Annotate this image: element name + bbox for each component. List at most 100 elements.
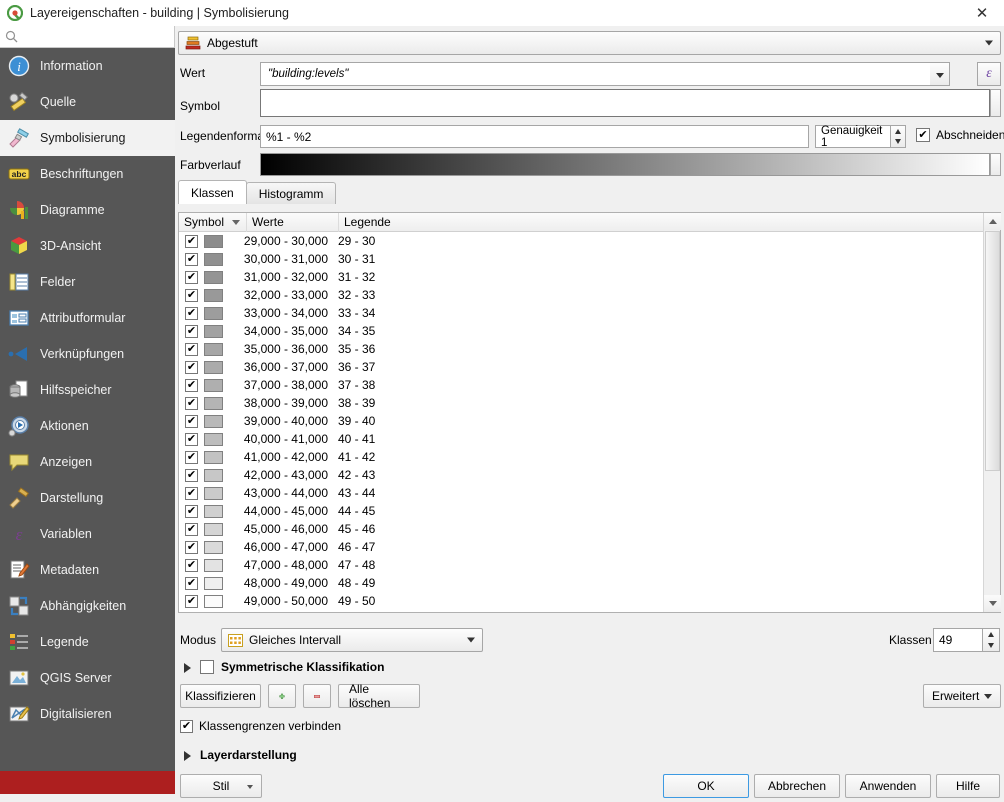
row-legend-cell[interactable]: 34 - 35 — [338, 324, 375, 338]
table-row[interactable]: ✔ 38,000 - 39,000 38 - 39 — [179, 394, 1000, 412]
row-values-cell[interactable]: 29,000 - 30,000 — [240, 234, 332, 248]
table-row[interactable]: ✔ 37,000 - 38,000 37 - 38 — [179, 376, 1000, 394]
row-visibility-checkbox[interactable]: ✔ — [185, 540, 198, 554]
row-visibility-checkbox[interactable]: ✔ — [185, 360, 198, 374]
sidebar-item-variablen[interactable]: ε Variablen — [0, 516, 175, 552]
table-row[interactable]: ✔ 44,000 - 45,000 44 - 45 — [179, 502, 1000, 520]
row-visibility-checkbox[interactable]: ✔ — [185, 378, 198, 392]
row-values-cell[interactable]: 38,000 - 39,000 — [240, 396, 332, 410]
row-legend-cell[interactable]: 47 - 48 — [338, 558, 375, 572]
sidebar-item-3d-ansicht[interactable]: 3D-Ansicht — [0, 228, 175, 264]
sidebar-item-felder[interactable]: Felder — [0, 264, 175, 300]
row-visibility-checkbox[interactable]: ✔ — [185, 594, 198, 608]
scroll-up-button[interactable] — [984, 213, 1001, 230]
clear-all-button[interactable]: Alle löschen — [338, 682, 420, 710]
row-legend-cell[interactable]: 46 - 47 — [338, 540, 375, 554]
row-legend-cell[interactable]: 41 - 42 — [338, 450, 375, 464]
classes-count-stepper[interactable] — [983, 628, 1000, 652]
symbol-dropdown-button[interactable] — [990, 89, 1001, 117]
mode-combo[interactable]: Gleiches Intervall — [221, 628, 483, 652]
table-row[interactable]: ✔ 29,000 - 30,000 29 - 30 — [179, 232, 1000, 250]
sidebar-item-abhaengigkeiten[interactable]: Abhängigkeiten — [0, 588, 175, 624]
row-legend-cell[interactable]: 33 - 34 — [338, 306, 375, 320]
row-visibility-checkbox[interactable]: ✔ — [185, 288, 198, 302]
row-visibility-checkbox[interactable]: ✔ — [185, 558, 198, 572]
row-visibility-checkbox[interactable]: ✔ — [185, 252, 198, 266]
row-symbol-swatch[interactable] — [204, 576, 223, 590]
delete-class-button[interactable] — [303, 684, 331, 708]
row-visibility-checkbox[interactable]: ✔ — [185, 576, 198, 590]
close-icon[interactable]: ✕ — [960, 0, 1004, 26]
row-symbol-swatch[interactable] — [204, 360, 223, 374]
sidebar-item-anzeigen[interactable]: Anzeigen — [0, 444, 175, 480]
sidebar-item-legende[interactable]: Legende — [0, 624, 175, 660]
row-values-cell[interactable]: 44,000 - 45,000 — [240, 504, 332, 518]
renderer-type-combo[interactable]: Abgestuft — [178, 31, 1001, 55]
value-dropdown-button[interactable] — [930, 62, 950, 86]
row-values-cell[interactable]: 37,000 - 38,000 — [240, 378, 332, 392]
row-legend-cell[interactable]: 30 - 31 — [338, 252, 375, 266]
row-legend-cell[interactable]: 37 - 38 — [338, 378, 375, 392]
trim-checkbox-row[interactable]: ✔ Abschneiden — [916, 128, 1004, 142]
row-visibility-checkbox[interactable]: ✔ — [185, 234, 198, 248]
row-values-cell[interactable]: 47,000 - 48,000 — [240, 558, 332, 572]
expression-button[interactable]: ε — [977, 62, 1001, 86]
row-visibility-checkbox[interactable]: ✔ — [185, 324, 198, 338]
link-boundaries-checkbox[interactable]: ✔ — [180, 719, 193, 733]
column-header-werte[interactable]: Werte — [247, 213, 339, 232]
row-symbol-swatch[interactable] — [204, 270, 223, 284]
table-row[interactable]: ✔ 36,000 - 37,000 36 - 37 — [179, 358, 1000, 376]
row-legend-cell[interactable]: 43 - 44 — [338, 486, 375, 500]
row-symbol-swatch[interactable] — [204, 504, 223, 518]
add-class-button[interactable] — [268, 684, 296, 708]
row-visibility-checkbox[interactable]: ✔ — [185, 270, 198, 284]
help-button[interactable]: Hilfe — [936, 774, 1000, 798]
row-values-cell[interactable]: 46,000 - 47,000 — [240, 540, 332, 554]
row-values-cell[interactable]: 43,000 - 44,000 — [240, 486, 332, 500]
table-row[interactable]: ✔ 31,000 - 32,000 31 - 32 — [179, 268, 1000, 286]
row-visibility-checkbox[interactable]: ✔ — [185, 504, 198, 518]
row-symbol-swatch[interactable] — [204, 324, 223, 338]
row-visibility-checkbox[interactable]: ✔ — [185, 306, 198, 320]
row-legend-cell[interactable]: 42 - 43 — [338, 468, 375, 482]
table-row[interactable]: ✔ 42,000 - 43,000 42 - 43 — [179, 466, 1000, 484]
row-legend-cell[interactable]: 44 - 45 — [338, 504, 375, 518]
row-values-cell[interactable]: 45,000 - 46,000 — [240, 522, 332, 536]
row-symbol-swatch[interactable] — [204, 522, 223, 536]
scrollbar-thumb[interactable] — [985, 231, 1000, 471]
table-row[interactable]: ✔ 33,000 - 34,000 33 - 34 — [179, 304, 1000, 322]
precision-stepper[interactable] — [891, 125, 906, 148]
sidebar-item-verknuepfungen[interactable]: Verknüpfungen — [0, 336, 175, 372]
color-ramp-preview[interactable] — [260, 153, 990, 176]
row-visibility-checkbox[interactable]: ✔ — [185, 396, 198, 410]
sidebar-item-hilfsspeicher[interactable]: Hilfsspeicher — [0, 372, 175, 408]
search-input[interactable] — [21, 27, 171, 46]
row-legend-cell[interactable]: 32 - 33 — [338, 288, 375, 302]
sidebar-item-qgis-server[interactable]: QGIS Server — [0, 660, 175, 696]
classify-button[interactable]: Klassifizieren — [180, 684, 261, 708]
row-values-cell[interactable]: 32,000 - 33,000 — [240, 288, 332, 302]
table-row[interactable]: ✔ 47,000 - 48,000 47 - 48 — [179, 556, 1000, 574]
advanced-button[interactable]: Erweitert — [923, 684, 1001, 708]
precision-input[interactable]: Genauigkeit 1 — [815, 125, 891, 149]
table-row[interactable]: ✔ 40,000 - 41,000 40 - 41 — [179, 430, 1000, 448]
value-field[interactable]: "building:levels" — [260, 62, 950, 86]
legend-format-input[interactable]: %1 - %2 — [260, 125, 809, 148]
row-visibility-checkbox[interactable]: ✔ — [185, 522, 198, 536]
sidebar-item-diagramme[interactable]: Diagramme — [0, 192, 175, 228]
cancel-button[interactable]: Abbrechen — [754, 774, 840, 798]
row-values-cell[interactable]: 48,000 - 49,000 — [240, 576, 332, 590]
row-symbol-swatch[interactable] — [204, 594, 223, 608]
sidebar-item-symbolisierung[interactable]: Symbolisierung — [0, 120, 175, 156]
symbol-preview[interactable] — [260, 89, 990, 117]
row-visibility-checkbox[interactable]: ✔ — [185, 432, 198, 446]
row-legend-cell[interactable]: 48 - 49 — [338, 576, 375, 590]
table-row[interactable]: ✔ 30,000 - 31,000 30 - 31 — [179, 250, 1000, 268]
row-visibility-checkbox[interactable]: ✔ — [185, 414, 198, 428]
row-symbol-swatch[interactable] — [204, 558, 223, 572]
sidebar-item-beschriftungen[interactable]: abc Beschriftungen — [0, 156, 175, 192]
table-row[interactable]: ✔ 43,000 - 44,000 43 - 44 — [179, 484, 1000, 502]
row-values-cell[interactable]: 42,000 - 43,000 — [240, 468, 332, 482]
row-visibility-checkbox[interactable]: ✔ — [185, 468, 198, 482]
trim-checkbox[interactable]: ✔ — [916, 128, 930, 142]
